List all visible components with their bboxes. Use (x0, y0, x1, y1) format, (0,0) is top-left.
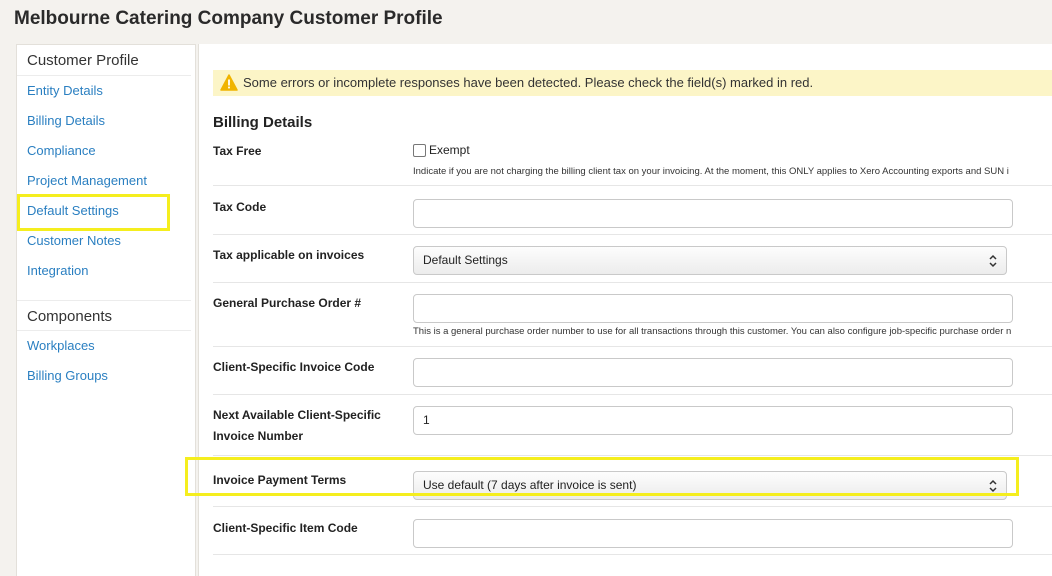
sidebar-item-billing-details[interactable]: Billing Details (17, 106, 191, 136)
select-arrows-icon (989, 254, 997, 268)
sidebar-item-entity-details[interactable]: Entity Details (17, 76, 191, 106)
divider (213, 554, 1052, 555)
divider (213, 185, 1052, 186)
tax-free-help: Indicate if you are not charging the bil… (413, 166, 1009, 177)
sidebar-section-components: Components (17, 300, 191, 331)
page-title: Melbourne Catering Company Customer Prof… (14, 8, 443, 29)
invoice-code-label: Client-Specific Invoice Code (213, 360, 375, 374)
tax-applicable-label: Tax applicable on invoices (213, 248, 365, 262)
item-code-label: Client-Specific Item Code (213, 521, 358, 535)
tax-free-label: Tax Free (213, 144, 262, 158)
error-alert: Some errors or incomplete responses have… (213, 70, 1052, 96)
warning-icon (220, 74, 238, 91)
divider (213, 346, 1052, 347)
highlight-payment-terms (185, 457, 1019, 496)
exempt-checkbox[interactable] (413, 144, 426, 157)
sidebar-item-workplaces[interactable]: Workplaces (17, 331, 191, 361)
sidebar-item-compliance[interactable]: Compliance (17, 136, 191, 166)
divider (213, 394, 1052, 395)
divider (213, 455, 1052, 456)
section-title: Billing Details (213, 114, 313, 131)
purchase-order-input[interactable] (413, 294, 1013, 323)
divider (213, 506, 1052, 507)
item-code-input[interactable] (413, 519, 1013, 548)
purchase-order-label: General Purchase Order # (213, 296, 362, 310)
tax-applicable-select[interactable]: Default Settings (413, 246, 1007, 275)
sidebar-item-project-management[interactable]: Project Management (17, 166, 191, 196)
divider (213, 282, 1052, 283)
divider (213, 234, 1052, 235)
sidebar: Customer Profile Entity Details Billing … (16, 44, 196, 576)
sidebar-item-billing-groups[interactable]: Billing Groups (17, 361, 191, 391)
alert-message: Some errors or incomplete responses have… (243, 75, 814, 90)
sidebar-item-integration[interactable]: Integration (17, 256, 191, 286)
next-invoice-label: Next Available Client-Specific Invoice N… (213, 408, 381, 443)
tax-code-label: Tax Code (213, 200, 267, 214)
next-invoice-input[interactable]: 1 (413, 406, 1013, 435)
exempt-checkbox-label: Exempt (429, 143, 470, 157)
sidebar-section-customer-profile: Customer Profile (17, 45, 191, 76)
main-panel: Some errors or incomplete responses have… (198, 44, 1052, 576)
highlight-default-settings (17, 194, 170, 231)
tax-code-input[interactable] (413, 199, 1013, 228)
invoice-code-input[interactable] (413, 358, 1013, 387)
purchase-order-help: This is a general purchase order number … (413, 326, 1012, 337)
tax-applicable-value: Default Settings (423, 253, 508, 267)
